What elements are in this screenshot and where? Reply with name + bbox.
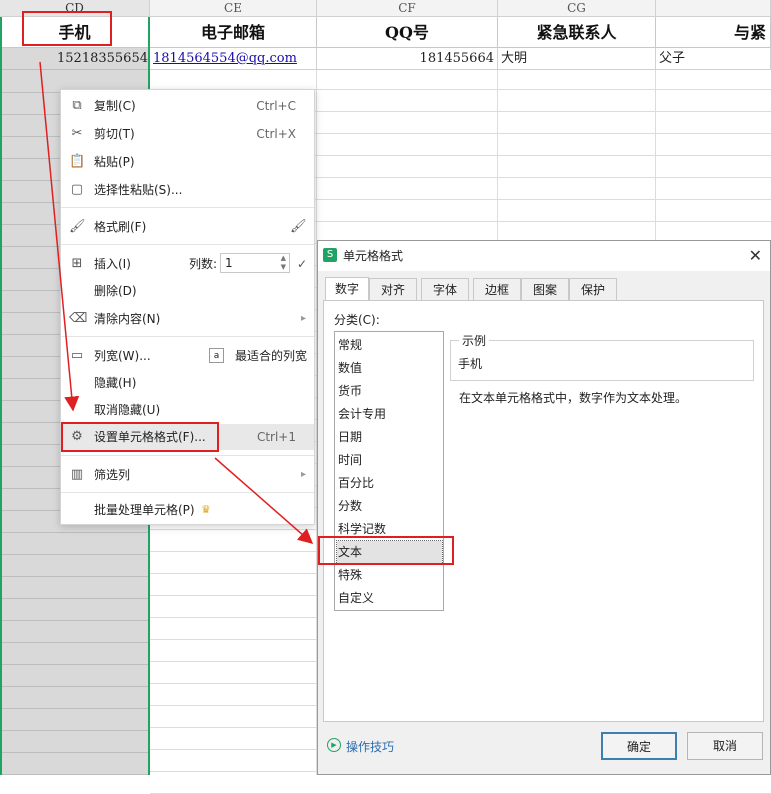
arrow-to-format-cells bbox=[39, 61, 80, 412]
arrow-to-text-category bbox=[214, 457, 314, 544]
grid-row[interactable] bbox=[150, 774, 771, 794]
annotation-arrows bbox=[39, 61, 314, 544]
